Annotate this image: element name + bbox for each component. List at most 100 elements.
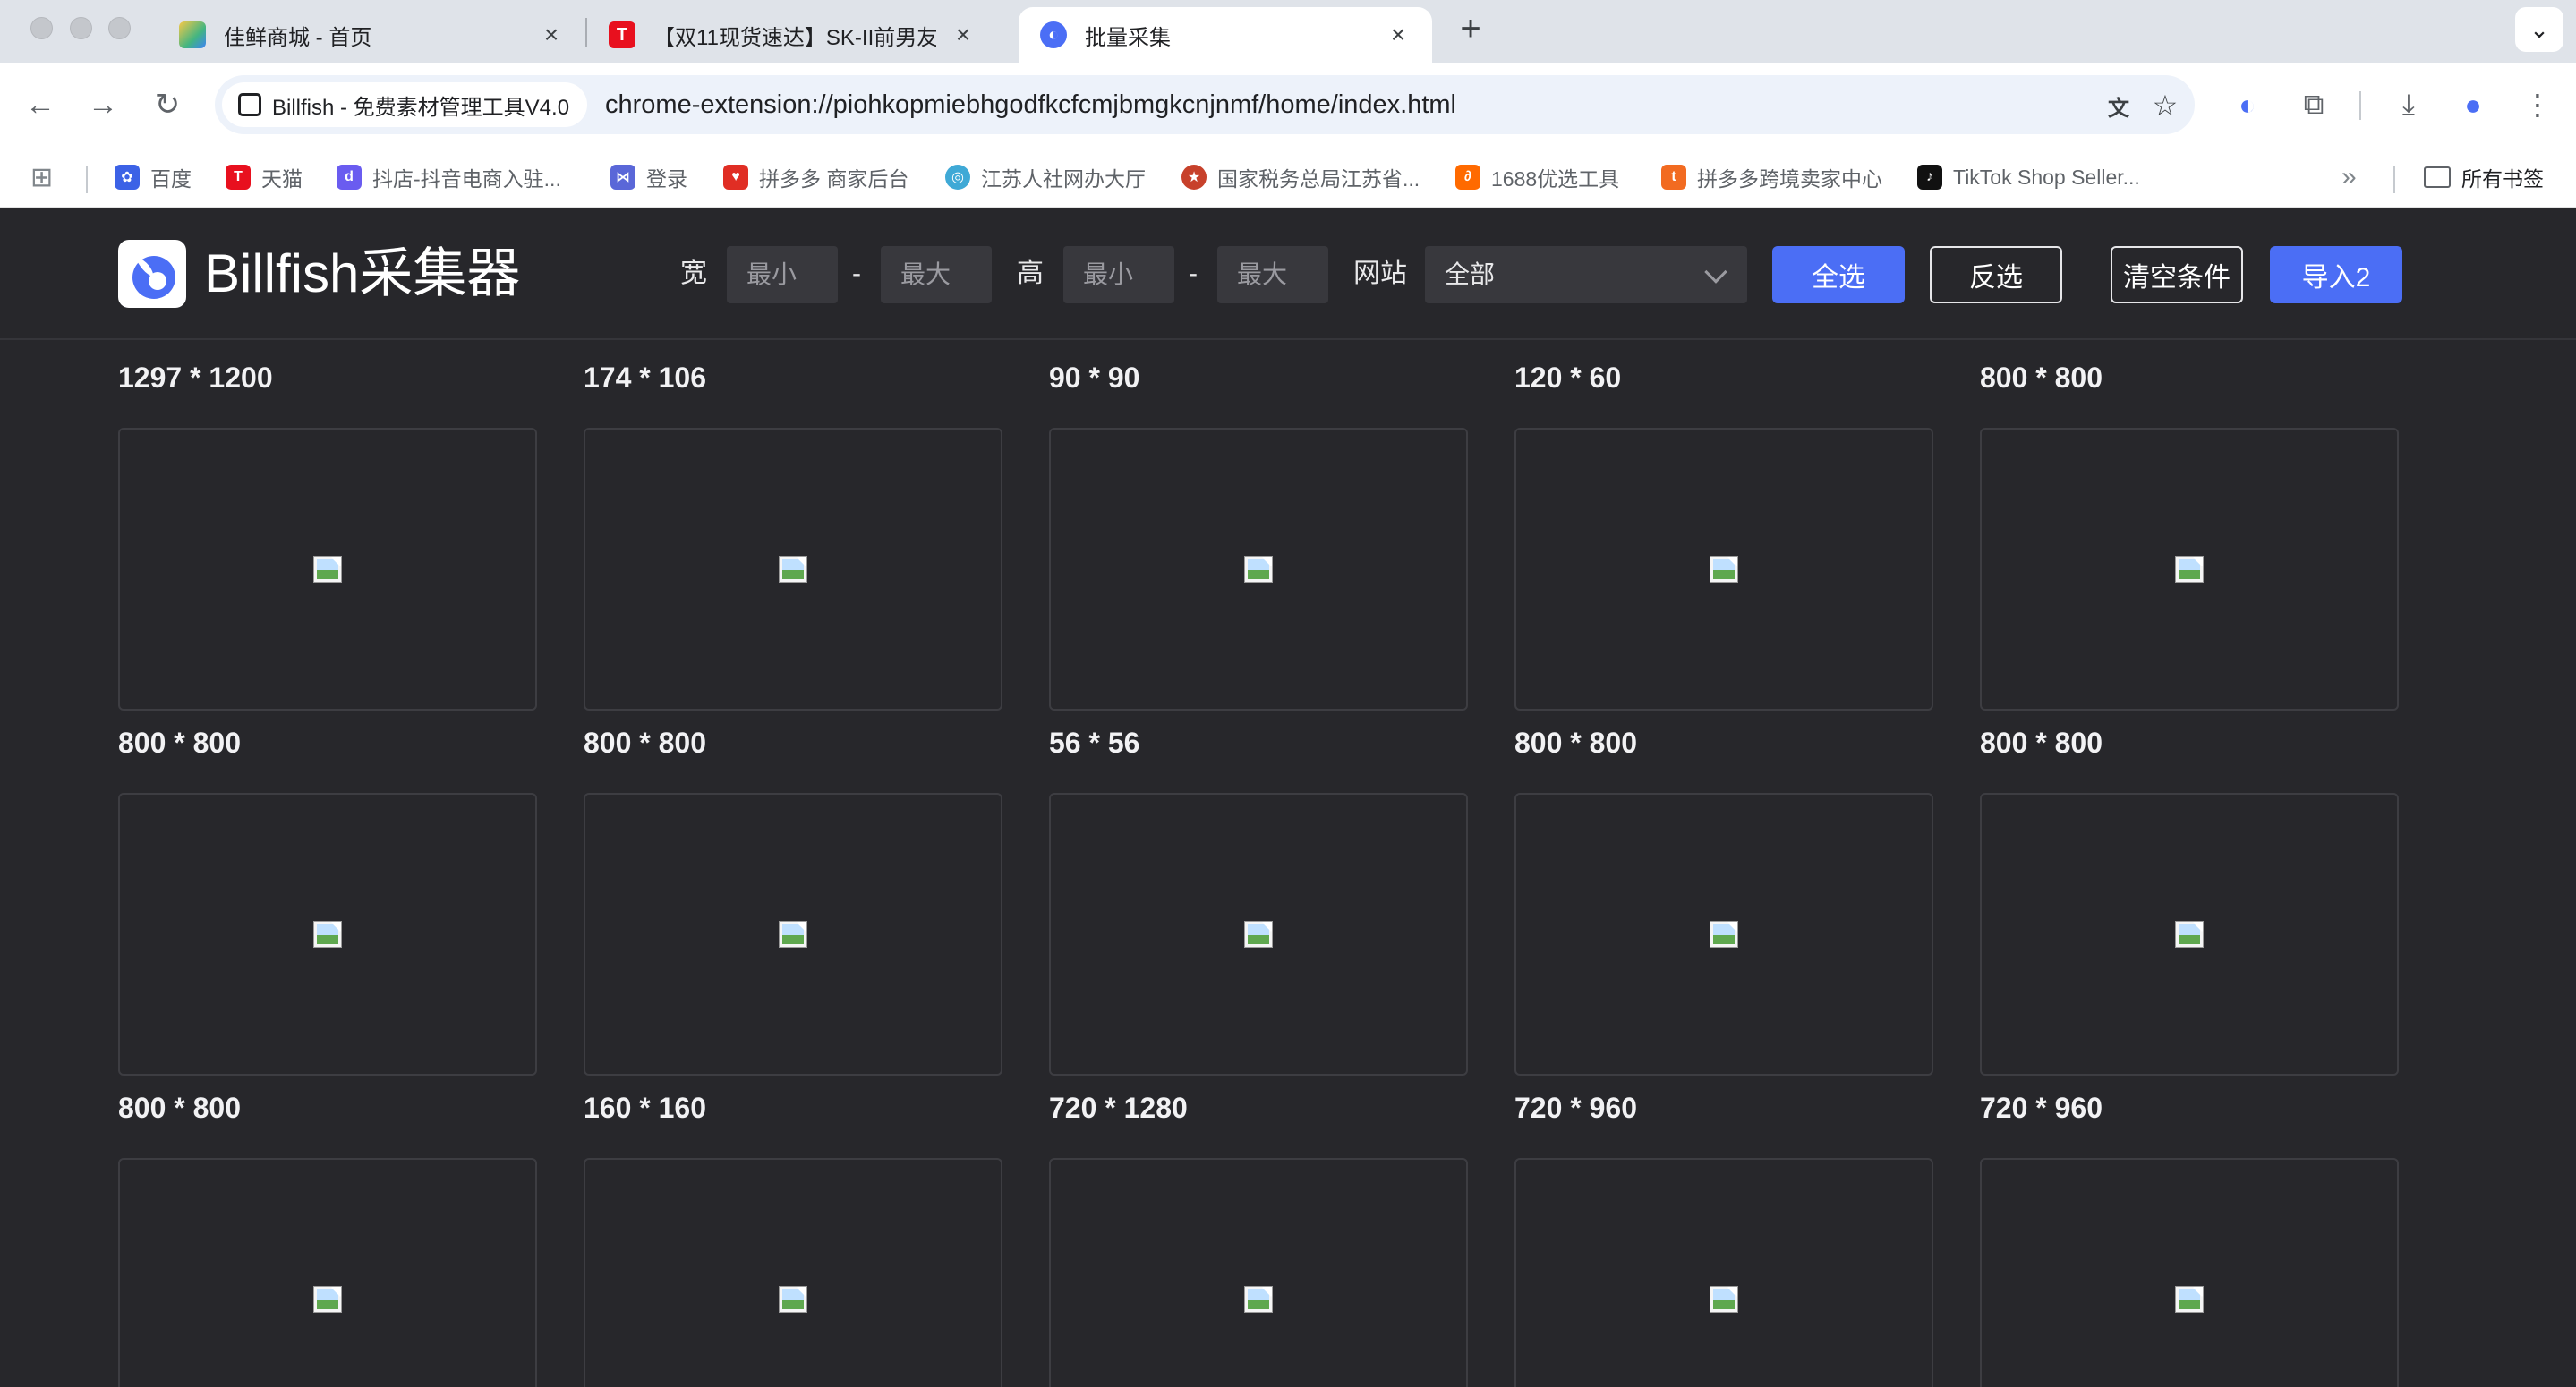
- broken-image-icon: [779, 921, 807, 948]
- site-filter-label: 网站: [1353, 259, 1407, 288]
- tab-search-button[interactable]: ⌄: [2515, 7, 2563, 52]
- image-thumbnail[interactable]: [584, 428, 1002, 711]
- image-size-label: 720 * 960: [1980, 1092, 2103, 1124]
- tab-close-icon[interactable]: ×: [1384, 21, 1412, 49]
- address-bar[interactable]: Billfish - 免费素材管理工具V4.0 chrome-extension…: [215, 75, 2195, 134]
- tab-batch-collect[interactable]: ◐ 批量采集 ×: [1019, 7, 1432, 63]
- bookmark-tax-bureau[interactable]: ★ 国家税务总局江苏省...: [1181, 161, 1420, 193]
- image-thumbnail[interactable]: [1049, 793, 1468, 1076]
- image-size-label: 720 * 1280: [1049, 1092, 1188, 1124]
- bookmark-login[interactable]: ⋈ 登录: [610, 161, 687, 193]
- browser-tab-strip: 佳鲜商城 - 首页 × T 【双11现货速达】SK-II前男友面 × ◐ 批量采…: [0, 0, 2576, 63]
- bookmark-pdd-merchant[interactable]: ♥ 拼多多 商家后台: [723, 161, 908, 193]
- more-menu-icon[interactable]: ⋮: [2519, 86, 2556, 123]
- billfish-extension-icon[interactable]: ◐: [2229, 86, 2266, 123]
- width-min-input[interactable]: 最小: [727, 246, 838, 303]
- image-thumbnail[interactable]: [1514, 793, 1933, 1076]
- image-thumbnail[interactable]: [1980, 428, 2399, 711]
- height-min-input[interactable]: 最小: [1063, 246, 1174, 303]
- broken-image-icon: [313, 921, 342, 948]
- image-grid: 1297 * 1200 174 * 106 90 * 90 120 * 60 800 *…: [0, 340, 2576, 1387]
- tab-title: 佳鲜商城 - 首页: [224, 25, 372, 50]
- all-bookmarks-folder[interactable]: 所有书签: [2424, 161, 2544, 193]
- window-minimize-dot[interactable]: [70, 17, 92, 39]
- width-max-input[interactable]: 最大: [881, 246, 992, 303]
- site-chip-label: Billfish - 免费素材管理工具V4.0: [272, 95, 570, 120]
- toolbar-divider: [2359, 91, 2361, 120]
- clear-filters-button[interactable]: 清空条件: [2111, 246, 2243, 303]
- image-size-label: 800 * 800: [1514, 727, 1638, 759]
- reload-icon[interactable]: ↻: [147, 84, 188, 125]
- bookmark-1688-tools[interactable]: ∂ 1688优选工具: [1455, 161, 1619, 193]
- image-size-label: 1297 * 1200: [118, 362, 273, 394]
- image-thumbnail[interactable]: [1514, 428, 1933, 711]
- image-thumbnail[interactable]: [584, 793, 1002, 1076]
- image-size-label: 160 * 160: [584, 1092, 707, 1124]
- all-bookmarks-label: 所有书签: [2461, 167, 2544, 191]
- broken-image-icon: [313, 556, 342, 583]
- image-size-label: 90 * 90: [1049, 362, 1140, 394]
- extensions-puzzle-icon[interactable]: ⧉: [2295, 86, 2333, 123]
- translate-icon[interactable]: 文: [2102, 89, 2136, 123]
- jiaxian-favicon-icon: [179, 21, 206, 48]
- bookmark-label: 抖店-抖音电商入驻...: [372, 167, 561, 191]
- image-thumbnail[interactable]: [1514, 1158, 1933, 1387]
- broken-image-icon: [1710, 556, 1738, 583]
- login-site-icon: ⋈: [610, 165, 635, 190]
- tab-jiaxian[interactable]: 佳鲜商城 - 首页 ×: [158, 7, 585, 63]
- image-size-label: 800 * 800: [584, 727, 707, 759]
- width-range-separator: -: [852, 259, 861, 288]
- bookmarks-overflow-chevron-icon[interactable]: »: [2341, 161, 2357, 193]
- broken-image-icon: [779, 1286, 807, 1313]
- tiktok-icon: ♪: [1917, 165, 1942, 190]
- tab-close-icon[interactable]: ×: [949, 21, 977, 49]
- bookmark-baidu[interactable]: ✿ 百度: [115, 161, 192, 193]
- tab-title: 【双11现货速达】SK-II前男友面: [653, 25, 936, 50]
- import-button[interactable]: 导入2: [2270, 246, 2402, 303]
- window-close-dot[interactable]: [30, 17, 53, 39]
- apps-grid-icon[interactable]: ⊞: [30, 161, 53, 193]
- image-size-label: 800 * 800: [118, 1092, 242, 1124]
- image-size-label: 120 * 60: [1514, 362, 1622, 394]
- site-select[interactable]: 全部: [1425, 246, 1747, 303]
- bookmark-tmall[interactable]: T 天猫: [226, 161, 303, 193]
- tab-tmall-product[interactable]: T 【双11现货速达】SK-II前男友面 ×: [587, 7, 997, 63]
- broken-image-icon: [1244, 556, 1273, 583]
- bookmark-pdd-crossborder[interactable]: t 拼多多跨境卖家中心: [1661, 161, 1882, 193]
- bookmark-label: 1688优选工具: [1491, 167, 1620, 191]
- image-thumbnail[interactable]: [1980, 1158, 2399, 1387]
- broken-image-icon: [1244, 1286, 1273, 1313]
- image-thumbnail[interactable]: [1049, 1158, 1468, 1387]
- image-size-label: 174 * 106: [584, 362, 707, 394]
- image-thumbnail[interactable]: [1049, 428, 1468, 711]
- image-thumbnail[interactable]: [584, 1158, 1002, 1387]
- profile-avatar-icon[interactable]: ●: [2454, 86, 2492, 123]
- forward-arrow-icon[interactable]: →: [82, 84, 124, 125]
- collector-header: Billfish采集器 宽 最小 - 最大 高 最小 - 最大 网站 全部 全选…: [0, 208, 2576, 340]
- tab-close-icon[interactable]: ×: [537, 21, 566, 49]
- site-info-chip[interactable]: Billfish - 免费素材管理工具V4.0: [222, 82, 588, 127]
- bookmark-tiktok-shop[interactable]: ♪ TikTok Shop Seller...: [1917, 161, 2140, 193]
- height-max-input[interactable]: 最大: [1217, 246, 1328, 303]
- invert-selection-button[interactable]: 反选: [1930, 246, 2062, 303]
- select-all-button[interactable]: 全选: [1772, 246, 1905, 303]
- bookmark-doudian[interactable]: d 抖店-抖音电商入驻...: [337, 161, 561, 193]
- download-icon[interactable]: ⤓: [2390, 86, 2427, 123]
- image-thumbnail[interactable]: [118, 428, 537, 711]
- image-thumbnail[interactable]: [118, 793, 537, 1076]
- image-thumbnail[interactable]: [1980, 793, 2399, 1076]
- bookmark-jiangsu-hrss[interactable]: ◎ 江苏人社网办大厅: [945, 161, 1146, 193]
- image-thumbnail[interactable]: [118, 1158, 537, 1387]
- bookmark-star-icon[interactable]: ☆: [2148, 89, 2182, 123]
- bookmark-label: 百度: [150, 167, 192, 191]
- url-text[interactable]: chrome-extension://piohkopmiebhgodfkcfcm…: [605, 75, 1456, 134]
- alibaba-1688-icon: ∂: [1455, 165, 1480, 190]
- chevron-down-icon: [1704, 260, 1727, 284]
- back-arrow-icon[interactable]: ←: [20, 84, 61, 125]
- image-size-label: 720 * 960: [1514, 1092, 1638, 1124]
- broken-image-icon: [2175, 921, 2204, 948]
- tmall-favicon-icon: T: [609, 21, 635, 48]
- new-tab-button[interactable]: +: [1450, 9, 1491, 48]
- window-zoom-dot[interactable]: [108, 17, 131, 39]
- height-range-separator: -: [1189, 259, 1198, 288]
